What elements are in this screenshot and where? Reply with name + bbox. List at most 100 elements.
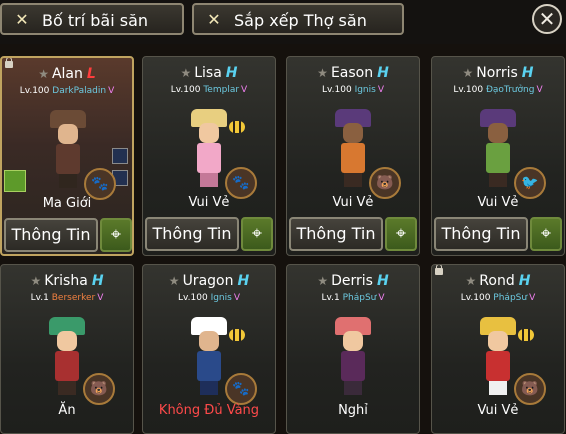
v-badge: V xyxy=(241,85,248,95)
hunter-tier: H xyxy=(518,273,531,289)
portal-icon xyxy=(4,170,26,192)
hunter-card-eason[interactable]: ★ Eason H Lv.100 Ignis V 🐻 Vui Vẻ Thông Tin… xyxy=(286,56,420,256)
info-button[interactable]: Thông Tin xyxy=(4,218,98,252)
hunter-class: DarkPaladin xyxy=(52,86,107,96)
hunter-level: Lv.1 xyxy=(321,293,340,303)
top-bar: ✕ Bố trí bãi săn ✕ Sắp xếp Thợ săn ✕ xyxy=(0,0,566,44)
hunter-card-rond[interactable]: ★ Rond H Lv.100 PhápSư V 🐻 Vui Vẻ xyxy=(431,264,565,434)
hunter-name-row: ★ Norris H xyxy=(432,65,564,81)
hunter-tier: H xyxy=(237,273,250,289)
v-badge: V xyxy=(233,293,240,303)
star-icon: ★ xyxy=(462,66,474,80)
hunter-sprite xyxy=(480,109,516,195)
hunter-status: Vui Vẻ xyxy=(188,195,230,210)
bee-pet-icon xyxy=(229,121,245,133)
hunter-name: Alan xyxy=(51,66,83,82)
hunter-status: Vui Vẻ xyxy=(477,195,519,210)
hunter-name: Derris xyxy=(331,273,373,289)
hunter-card-lisa[interactable]: ★ Lisa H Lv.100 Templar V 🐾 Vui Vẻ Thông Ti… xyxy=(142,56,276,256)
hunter-level-class: Lv.100 ĐạoTrưởng V xyxy=(432,85,564,95)
arrange-hunters-label: Sắp xếp Thợ săn xyxy=(234,11,367,30)
close-button[interactable]: ✕ xyxy=(532,4,562,34)
hunter-name-row: ★ Rond H xyxy=(432,273,564,289)
hunter-level: Lv.100 xyxy=(460,293,491,303)
bee-pet-icon xyxy=(229,329,245,341)
hunter-level: Lv.1 xyxy=(30,293,49,303)
v-badge: V xyxy=(536,85,543,95)
hunter-name-row: ★ Derris H xyxy=(287,273,419,289)
star-icon: ★ xyxy=(168,274,180,288)
star-icon: ★ xyxy=(317,274,329,288)
hunter-status: Ma Giới xyxy=(42,196,92,211)
v-badge: V xyxy=(529,293,536,303)
hunter-class: PhápSư xyxy=(342,293,377,303)
hunter-level-class: Lv.100 Ignis V xyxy=(287,85,419,95)
target-icon[interactable]: ⌖ xyxy=(100,218,132,252)
hunter-name: Norris xyxy=(476,65,518,81)
info-button[interactable]: Thông Tin xyxy=(434,217,528,251)
star-icon: ★ xyxy=(465,274,477,288)
hunter-card-derris[interactable]: ★ Derris H Lv.1 PhápSư V Nghỉ xyxy=(286,264,420,434)
target-icon[interactable]: ⌖ xyxy=(385,217,417,251)
hunting-ground-layout-button[interactable]: ✕ Bố trí bãi săn xyxy=(0,3,184,35)
info-button[interactable]: Thông Tin xyxy=(289,217,383,251)
hunter-name: Uragon xyxy=(182,273,234,289)
hunter-name: Lisa xyxy=(194,65,222,81)
pet-icon: 🐾 xyxy=(225,373,257,405)
hunter-status: Nghỉ xyxy=(338,403,368,418)
star-icon: ★ xyxy=(317,66,328,80)
hunter-name-row: ★ Eason H xyxy=(287,65,419,81)
hunter-level: Lv.100 xyxy=(322,85,352,95)
hunter-name-row: ★ Alan L xyxy=(2,66,132,82)
hunter-card-krisha[interactable]: ★ Krisha H Lv.1 Berserker V 🐻 Ăn xyxy=(0,264,134,434)
hunter-class: Berserker xyxy=(51,293,96,303)
hunter-card-norris[interactable]: ★ Norris H Lv.100 ĐạoTrưởng V 🐦 Vui Vẻ Thôn… xyxy=(431,56,565,256)
hunter-sprite xyxy=(50,110,86,196)
hunter-sprite xyxy=(335,317,371,403)
hunter-name-row: ★ Krisha H xyxy=(1,273,133,289)
hunter-status: Vui Vẻ xyxy=(332,195,374,210)
hunter-level-class: Lv.100 PhápSư V xyxy=(432,293,564,303)
hunter-sprite xyxy=(191,317,245,403)
hunter-class: Ignis xyxy=(354,85,376,95)
hunter-level: Lv.100 xyxy=(453,85,484,95)
hunter-sprite xyxy=(49,317,85,403)
v-badge: V xyxy=(378,293,385,303)
star-icon: ★ xyxy=(38,67,49,81)
crossed-swords-icon: ✕ xyxy=(15,10,29,29)
hunter-tier: H xyxy=(376,273,389,289)
hunter-status: Ăn xyxy=(58,403,76,418)
hunter-level-class: Lv.100 DarkPaladin V xyxy=(2,86,132,96)
hunter-name-row: ★ Lisa H xyxy=(143,65,275,81)
hunter-name-row: ★ Uragon H xyxy=(143,273,275,289)
bear-pet-icon: 🐻 xyxy=(514,373,546,405)
info-button[interactable]: Thông Tin xyxy=(145,217,239,251)
hunter-tier: H xyxy=(91,273,104,289)
v-badge: V xyxy=(108,86,115,96)
bear-pet-icon: 🐻 xyxy=(83,373,115,405)
hunter-level-class: Lv.1 PhápSư V xyxy=(287,293,419,303)
target-icon[interactable]: ⌖ xyxy=(530,217,562,251)
hunter-sprite xyxy=(335,109,371,195)
hunter-level-class: Lv.100 Ignis V xyxy=(143,293,275,303)
star-icon: ★ xyxy=(30,274,42,288)
hunter-card-alan[interactable]: ★ Alan L Lv.100 DarkPaladin V 🐾 Ma Giới Thô… xyxy=(0,56,134,256)
v-badge: V xyxy=(377,85,384,95)
hunter-status: Không Đủ Vàng xyxy=(158,403,260,418)
hunter-name: Krisha xyxy=(44,273,88,289)
close-icon: ✕ xyxy=(538,7,556,31)
hunter-sprite xyxy=(480,317,534,403)
hunter-status: Vui Vẻ xyxy=(477,403,519,418)
hunter-name: Eason xyxy=(330,65,374,81)
target-icon[interactable]: ⌖ xyxy=(241,217,273,251)
hunter-tier: L xyxy=(86,66,96,82)
hunter-name: Rond xyxy=(479,273,515,289)
hunter-class: ĐạoTrưởng xyxy=(485,85,535,95)
hunting-ground-layout-label: Bố trí bãi săn xyxy=(42,11,149,30)
hunter-class: Templar xyxy=(203,85,240,95)
hunter-tier: H xyxy=(225,65,238,81)
hunter-level-class: Lv.1 Berserker V xyxy=(1,293,133,303)
arrange-hunters-button[interactable]: ✕ Sắp xếp Thợ săn xyxy=(192,3,404,35)
hunter-card-uragon[interactable]: ★ Uragon H Lv.100 Ignis V 🐾 Không Đủ Vàng xyxy=(142,264,276,434)
hunter-level: Lv.100 xyxy=(19,86,50,96)
